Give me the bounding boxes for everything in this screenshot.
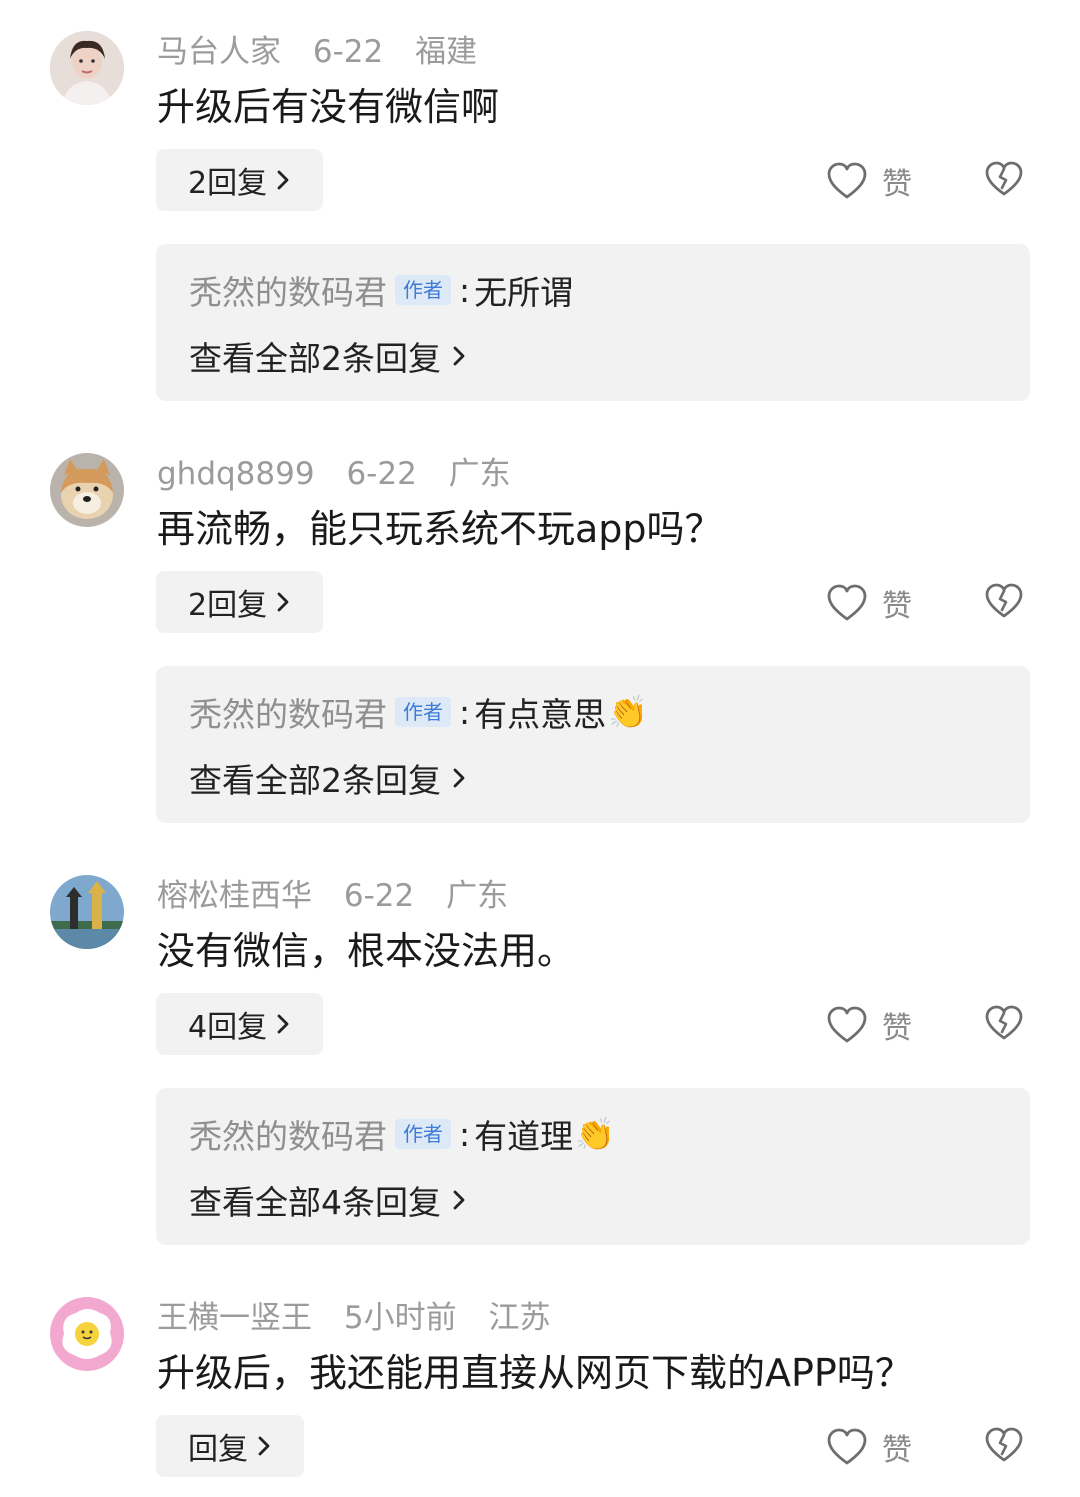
comment-meta: 榕松桂西华 6-22 广东 (157, 874, 530, 918)
reply-count-button[interactable]: 2回复 (156, 571, 324, 633)
author-badge: 作者 (395, 1119, 451, 1149)
user-avatar[interactable] (50, 1297, 124, 1371)
reply-text: 有道理 (474, 1117, 574, 1156)
chevron-right-icon (277, 1014, 289, 1034)
chevron-right-icon (258, 1436, 270, 1456)
comment-date: 6-22 (343, 878, 415, 914)
author-badge: 作者 (395, 697, 451, 727)
author-reply-line: 秃然的数码君 作者 : 有点意思 👏 (189, 688, 648, 736)
chevron-right-icon (277, 170, 289, 190)
reply-author-name[interactable]: 秃然的数码君 (189, 688, 387, 736)
comment-location: 福建 (415, 34, 478, 70)
like-button[interactable]: 赞 (826, 1422, 912, 1472)
view-all-replies-label: 查看全部2条回复 (189, 761, 441, 800)
comment-location: 广东 (448, 456, 511, 492)
username[interactable]: 榕松桂西华 (157, 878, 312, 914)
like-button[interactable]: 赞 (826, 156, 912, 206)
comment-meta: ghdq8899 6-22 广东 (157, 452, 533, 496)
like-button[interactable]: 赞 (826, 578, 912, 628)
chevron-right-icon (277, 592, 289, 612)
broken-heart-icon (985, 1427, 1023, 1462)
reply-colon: : (459, 1114, 471, 1154)
reply-colon: : (459, 270, 471, 310)
comment-item: 马台人家 6-22 福建 升级后有没有微信啊 2回复 赞 秃然的数码君 作者 :… (0, 0, 1080, 420)
chevron-right-icon (453, 346, 465, 366)
reply-author-name[interactable]: 秃然的数码君 (189, 266, 387, 314)
dislike-button[interactable] (984, 582, 1024, 622)
view-all-replies-label: 查看全部4条回复 (189, 1183, 441, 1222)
comment-text: 升级后有没有微信啊 (157, 85, 500, 129)
comment-item: ghdq8899 6-22 广东 再流畅，能只玩系统不玩app吗？ 2回复 赞 … (0, 422, 1080, 842)
view-all-replies-label: 查看全部2条回复 (189, 339, 441, 378)
user-avatar[interactable] (50, 31, 124, 105)
comment-text: 升级后，我还能用直接从网页下载的APP吗？ (157, 1351, 913, 1395)
reply-colon: : (459, 692, 471, 732)
author-reply-line: 秃然的数码君 作者 : 有道理 👏 (189, 1110, 615, 1158)
reply-label: 回复 (188, 1432, 248, 1467)
author-reply-line: 秃然的数码君 作者 : 无所谓 (189, 266, 573, 314)
like-label: 赞 (882, 589, 912, 624)
author-reply-box[interactable]: 秃然的数码君 作者 : 无所谓 查看全部2条回复 (156, 244, 1030, 401)
view-all-replies-link[interactable]: 查看全部2条回复 (189, 332, 467, 380)
reply-count-button[interactable]: 4回复 (156, 993, 324, 1055)
reply-text: 有点意思 (474, 695, 607, 734)
author-badge: 作者 (395, 275, 451, 305)
clapping-hands-icon: 👏 (575, 1115, 615, 1153)
dislike-button[interactable] (984, 1004, 1024, 1044)
comment-date: 6-22 (312, 34, 384, 70)
reply-text: 无所谓 (474, 273, 574, 312)
heart-icon (827, 1428, 867, 1465)
heart-icon (827, 162, 867, 199)
comment-meta: 王横一竖王 5小时前 江苏 (157, 1296, 572, 1340)
broken-heart-icon (985, 1005, 1023, 1040)
broken-heart-icon (985, 583, 1023, 618)
comment-text: 没有微信，根本没法用。 (157, 929, 576, 973)
view-all-replies-link[interactable]: 查看全部4条回复 (189, 1176, 467, 1224)
user-avatar[interactable] (50, 875, 124, 949)
comment-text: 再流畅，能只玩系统不玩app吗？ (157, 507, 723, 551)
heart-icon (827, 584, 867, 621)
dislike-button[interactable] (984, 1426, 1024, 1466)
broken-heart-icon (985, 161, 1023, 196)
reply-count-button[interactable]: 2回复 (156, 149, 324, 211)
comment-location: 江苏 (488, 1300, 551, 1336)
like-label: 赞 (882, 167, 912, 202)
comment-meta: 马台人家 6-22 福建 (157, 30, 499, 74)
comment-date: 6-22 (346, 456, 417, 492)
heart-icon (827, 1006, 867, 1043)
reply-button[interactable]: 回复 (156, 1415, 304, 1477)
like-label: 赞 (882, 1433, 912, 1468)
like-button[interactable]: 赞 (826, 1000, 912, 1050)
like-label: 赞 (882, 1011, 912, 1046)
user-avatar[interactable] (50, 453, 124, 527)
chevron-right-icon (453, 1190, 465, 1210)
username[interactable]: ghdq8899 (157, 456, 315, 492)
reply-count-label: 2回复 (188, 588, 268, 623)
reply-count-label: 4回复 (188, 1010, 268, 1045)
chevron-right-icon (453, 768, 465, 788)
comment-location: 广东 (446, 878, 509, 914)
reply-author-name[interactable]: 秃然的数码君 (189, 1110, 387, 1158)
username[interactable]: 王横一竖王 (157, 1300, 312, 1336)
comment-date: 5小时前 (343, 1300, 457, 1336)
author-reply-box[interactable]: 秃然的数码君 作者 : 有点意思 👏 查看全部2条回复 (156, 666, 1030, 823)
author-reply-box[interactable]: 秃然的数码君 作者 : 有道理 👏 查看全部4条回复 (156, 1088, 1030, 1245)
reply-count-label: 2回复 (188, 166, 268, 201)
dislike-button[interactable] (984, 160, 1024, 200)
username[interactable]: 马台人家 (157, 34, 281, 70)
clapping-hands-icon: 👏 (608, 693, 648, 731)
view-all-replies-link[interactable]: 查看全部2条回复 (189, 754, 467, 802)
comment-item: 榕松桂西华 6-22 广东 没有微信，根本没法用。 4回复 赞 秃然的数码君 作… (0, 844, 1080, 1264)
comment-item: 王横一竖王 5小时前 江苏 升级后，我还能用直接从网页下载的APP吗？ 回复 赞 (0, 1266, 1080, 1497)
